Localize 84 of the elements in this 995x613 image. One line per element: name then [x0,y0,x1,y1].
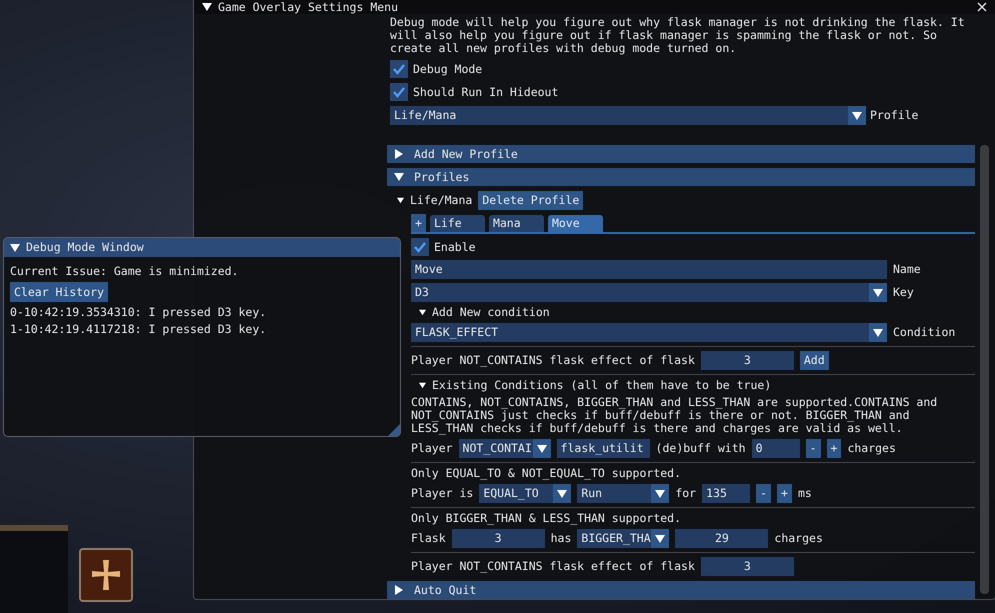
condition-dropdown[interactable]: BIGGER_THA [577,529,670,548]
dropdown-arrow-icon[interactable] [557,488,568,498]
expand-icon[interactable] [394,149,404,159]
collapse-icon[interactable] [10,242,20,252]
help-text: Only EQUAL_TO & NOT_EQUAL_TO supported. [411,467,682,480]
tree-node-label[interactable]: Add New condition [432,306,550,319]
condition-text: Player NOT_CONTAINS flask effect of flask [411,560,695,573]
tab[interactable]: Mana [488,215,544,232]
number-field[interactable]: 0 [752,439,800,458]
section-header[interactable]: Add New Profile [387,145,975,163]
scrollbar[interactable] [980,145,989,594]
checkbox-label: Should Run In Hideout [413,86,558,98]
tree-node-label[interactable]: Existing Conditions (all of them have to be true) [432,379,772,392]
dropdown-arrow-icon[interactable] [655,488,666,498]
section-title: Add New Profile [414,148,518,160]
add-tab-button[interactable]: + [411,214,426,232]
field-label: Condition [893,326,956,339]
section-title: Auto Quit [414,584,476,596]
description-text: Debug mode will help you figure out why flask manager is not drinking the flask. It will also help you figure out if flask manager is spamming the flask or not. So create all new profiles with debug mode turned on. [390,16,966,55]
window-title: Game Overlay Settings Menu [218,0,398,14]
condition-text: ms [798,487,812,500]
condition-button[interactable]: - [806,439,820,458]
dropdown-arrow-icon[interactable] [873,288,883,298]
help-text: Only BIGGER_THAN & LESS_THAN supported. [411,512,682,525]
condition-text: Player NOT_CONTAINS flask effect of flask [411,354,695,367]
number-field[interactable]: 3 [700,351,794,370]
tab[interactable]: Life [430,215,485,232]
checkbox-label: Enable [434,240,476,254]
field-label: Profile [870,109,918,122]
delete-profile-button[interactable]: Delete Profile [478,191,584,210]
clear-history-button[interactable]: Clear History [10,282,108,302]
number-field[interactable]: 29 [675,529,768,548]
condition-button[interactable]: Add [800,351,829,370]
window-title: Debug Mode Window [26,241,144,254]
number-field[interactable]: 3 [700,557,794,576]
section-title: Profiles [414,170,470,184]
condition-button[interactable]: + [826,439,842,458]
close-icon[interactable] [977,2,987,12]
section-header[interactable]: Profiles [387,168,975,186]
number-field[interactable]: 3 [452,529,545,548]
condition-dropdown[interactable]: NOT_CONTAI [458,439,551,458]
condition-text: has [550,532,572,545]
cross-skill-icon [79,548,133,602]
condition-dropdown[interactable]: EQUAL_TO [479,484,572,503]
expand-icon[interactable] [394,172,404,182]
tab[interactable]: Move [548,215,603,232]
tree-node-label[interactable]: Life/Mana [410,194,472,207]
condition-text: for [675,487,696,500]
log-entry: 0-10:42:19.3534310: I pressed D3 key. [10,306,266,319]
condition-button[interactable]: + [777,484,792,503]
collapse-icon[interactable] [202,2,212,12]
log-entry: 1-10:42:19.4117218: I pressed D3 key. [10,323,266,336]
dropdown-arrow-icon[interactable] [536,444,547,454]
checkbox[interactable] [390,60,408,78]
condition-text: Player [411,442,453,455]
dropdown-arrow-icon[interactable] [655,534,666,544]
checkbox[interactable] [390,83,408,101]
condition-text: charges [847,442,896,455]
section-header[interactable]: Auto Quit [387,581,975,599]
key-dropdown[interactable]: D3 [411,283,887,302]
resize-grip-icon[interactable] [388,424,400,436]
help-text: CONTAINS, NOT_CONTAINS, BIGGER_THAN and LESS_THAN are supported.CONTAINS and NOT_CONTAINS just checks if buff/debuff is there or not. BIGGER_THAN and LESS_THAN checks if buff/debuff is there and charges are valid as well. [411,396,938,435]
number-field[interactable]: 135 [702,484,750,503]
condition-type-dropdown[interactable]: FLASK_EFFECT [411,323,887,342]
condition-text: Flask [411,532,446,545]
dropdown-arrow-icon[interactable] [852,110,862,120]
condition-dropdown[interactable]: Run [577,484,670,503]
input-field[interactable]: flask_utilit [556,439,650,458]
dropdown-arrow-icon[interactable] [873,328,883,338]
expand-icon[interactable] [394,585,404,595]
tree-toggle-icon[interactable] [419,382,426,389]
field-label: Key [893,286,914,299]
checkbox[interactable] [411,238,429,256]
profile-dropdown[interactable]: Life/Mana [390,106,866,125]
field-label: Name [893,263,921,276]
name-field[interactable]: Move [411,260,887,279]
checkbox-label: Debug Mode [413,62,482,76]
condition-button[interactable]: - [756,484,772,503]
tree-toggle-icon[interactable] [397,197,404,204]
condition-text: (de)buff with [656,442,746,455]
status-text: Current Issue: Game is minimized. [10,265,238,278]
tree-toggle-icon[interactable] [419,309,426,316]
condition-text: Player is [411,487,474,500]
condition-text: charges [774,532,823,545]
